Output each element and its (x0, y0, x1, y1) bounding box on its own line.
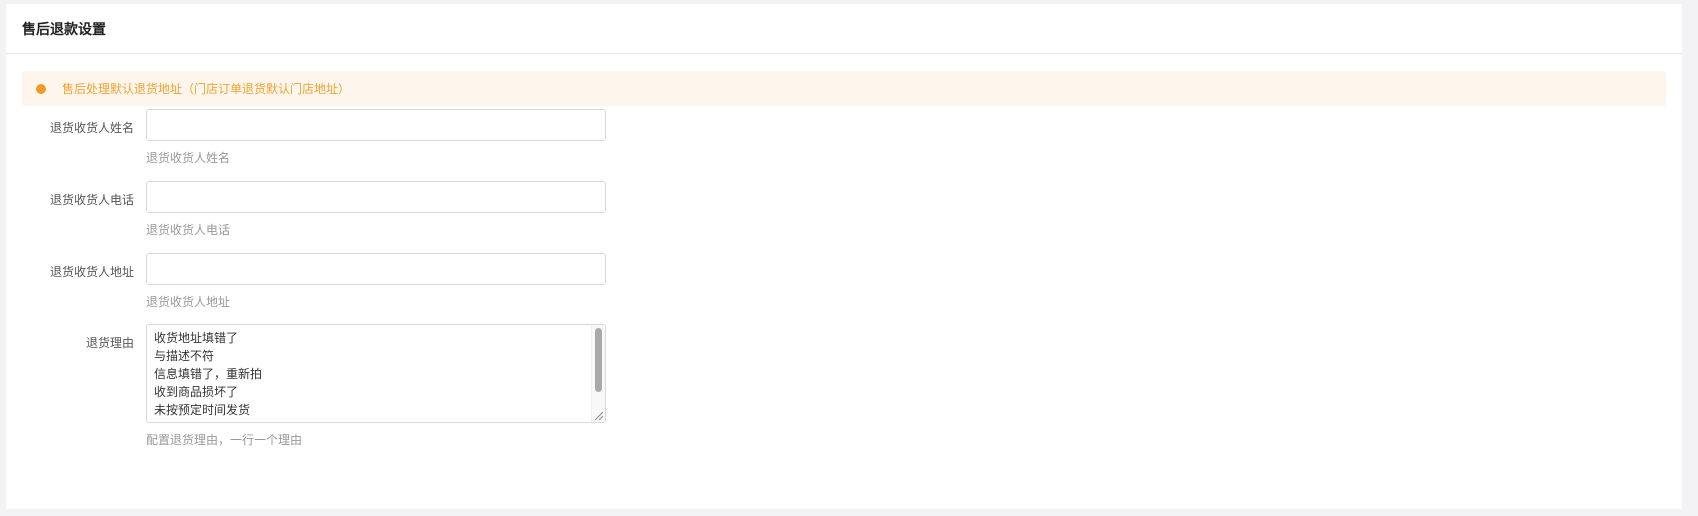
warning-dot-icon (36, 83, 46, 94)
notice-text: 售后处理默认退货地址（门店订单退货默认门店地址） (62, 82, 351, 96)
reasons-help-text: 配置退货理由，一行一个理由 (146, 433, 303, 447)
reason-line: 与描述不符 (154, 349, 215, 363)
phone-label: 退货收货人电话 (49, 193, 134, 207)
address-help-text: 退货收货人地址 (146, 295, 231, 309)
resize-handle-icon[interactable] (592, 409, 604, 421)
textarea-scrollbar[interactable] (591, 325, 605, 422)
notice-banner: 售后处理默认退货地址（门店订单退货默认门店地址） (22, 71, 1666, 106)
phone-help-text: 退货收货人电话 (146, 223, 231, 237)
return-phone-input[interactable] (146, 181, 606, 213)
reason-line: 未按预定时间发货 (154, 403, 251, 417)
form-row-reasons: 退货理由 收货地址填错了 与描述不符信息填错了，重新拍 收到商品损坏了 未按预定时间发… (6, 324, 626, 449)
return-address-input[interactable] (146, 253, 606, 285)
reason-line: 信息填错了，重新拍 (154, 367, 263, 381)
form-row-name: 退货收货人姓名 退货收货人姓名 (6, 109, 626, 169)
reason-line: 收货地址填错了 (154, 331, 239, 345)
return-reasons-textarea[interactable]: 收货地址填错了 与描述不符信息填错了，重新拍 收到商品损坏了 未按预定时间发货 (146, 324, 606, 423)
return-name-input[interactable] (146, 109, 606, 141)
name-help-text: 退货收货人姓名 (146, 151, 231, 165)
name-label: 退货收货人姓名 (49, 121, 134, 135)
scrollbar-thumb[interactable] (595, 328, 602, 392)
page-title: 售后退款设置 (22, 21, 106, 38)
reason-line: 收到商品损坏了 (154, 385, 239, 399)
textarea-content: 收货地址填错了 与描述不符信息填错了，重新拍 收到商品损坏了 未按预定时间发货 (154, 329, 589, 419)
form-row-address: 退货收货人地址 退货收货人地址 (6, 253, 626, 313)
reasons-label: 退货理由 (85, 336, 134, 350)
address-label: 退货收货人地址 (49, 265, 134, 279)
card-header: 售后退款设置 (6, 4, 1682, 54)
form-row-phone: 退货收货人电话 退货收货人电话 (6, 181, 626, 241)
refund-settings-card: 售后退款设置 售后处理默认退货地址（门店订单退货默认门店地址） 退货收货人姓名 … (6, 4, 1682, 509)
